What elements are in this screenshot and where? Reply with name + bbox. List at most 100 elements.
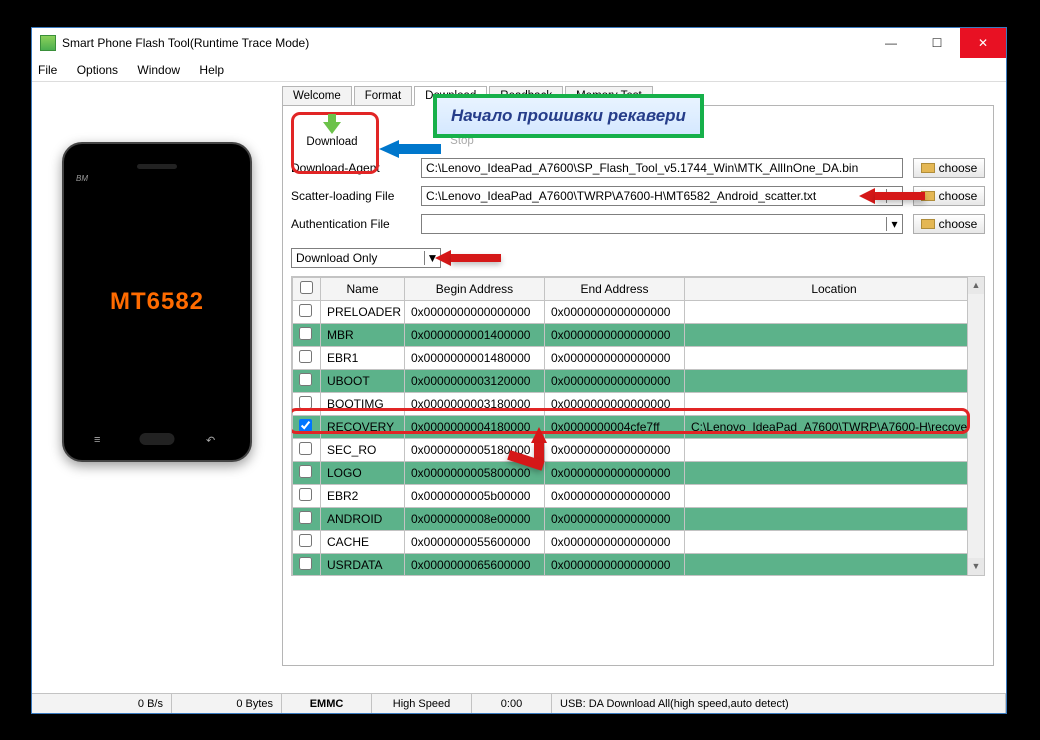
row-checkbox[interactable]	[299, 488, 312, 501]
cell-location	[685, 324, 984, 347]
cell-name: EBR2	[321, 485, 405, 508]
callout-text: Начало прошивки рекавери	[451, 106, 686, 125]
table-row[interactable]: RECOVERY0x00000000041800000x0000000004cf…	[293, 416, 984, 439]
header-begin: Begin Address	[405, 278, 545, 301]
row-checkbox[interactable]	[299, 350, 312, 363]
cell-end: 0x0000000000000000	[545, 370, 685, 393]
mode-select[interactable]: Download Only ▼	[291, 248, 441, 268]
da-field[interactable]: C:\Lenovo_IdeaPad_A7600\SP_Flash_Tool_v5…	[421, 158, 903, 178]
chevron-down-icon: ▼	[424, 251, 440, 265]
scatter-label: Scatter-loading File	[291, 189, 411, 203]
table-row[interactable]: EBR20x0000000005b000000x0000000000000000	[293, 485, 984, 508]
table-row[interactable]: MBR0x00000000014000000x0000000000000000	[293, 324, 984, 347]
phone-brand-label: BM	[76, 174, 88, 183]
cell-name: LOGO	[321, 462, 405, 485]
table-header-row: Name Begin Address End Address Location	[293, 278, 984, 301]
cell-location	[685, 439, 984, 462]
cell-end: 0x0000000000000000	[545, 393, 685, 416]
tab-format[interactable]: Format	[354, 86, 412, 105]
table-row[interactable]: CACHE0x00000000556000000x000000000000000…	[293, 531, 984, 554]
cell-name: BOOTIMG	[321, 393, 405, 416]
close-button[interactable]: ✕	[960, 28, 1006, 58]
table-row[interactable]: PRELOADER0x00000000000000000x00000000000…	[293, 301, 984, 324]
menu-options[interactable]: Options	[77, 63, 118, 77]
row-checkbox[interactable]	[299, 465, 312, 478]
cell-end: 0x0000000000000000	[545, 485, 685, 508]
menu-file[interactable]: File	[38, 63, 57, 77]
table-row[interactable]: USRDATA0x00000000656000000x0000000000000…	[293, 554, 984, 577]
status-time: 0:00	[472, 694, 552, 713]
auth-choose-button[interactable]: choose	[913, 214, 985, 234]
chevron-down-icon: ▾	[886, 217, 902, 231]
cell-location	[685, 554, 984, 577]
download-button[interactable]: Download	[297, 114, 367, 148]
row-checkbox[interactable]	[299, 534, 312, 547]
window-title: Smart Phone Flash Tool(Runtime Trace Mod…	[62, 36, 309, 50]
cell-location	[685, 508, 984, 531]
cell-begin: 0x0000000005b00000	[405, 485, 545, 508]
cell-begin: 0x0000000003120000	[405, 370, 545, 393]
table-row[interactable]: EBR10x00000000014800000x0000000000000000	[293, 347, 984, 370]
cell-end: 0x0000000004cfe7ff	[545, 416, 685, 439]
header-end: End Address	[545, 278, 685, 301]
partition-table-wrap: Name Begin Address End Address Location …	[291, 276, 985, 576]
cell-location	[685, 370, 984, 393]
phone-chipset-text: MT6582	[110, 288, 204, 316]
row-checkbox[interactable]	[299, 557, 312, 570]
scroll-down-icon[interactable]: ▼	[968, 558, 984, 575]
header-checkbox[interactable]	[293, 278, 321, 301]
cell-begin: 0x0000000008e00000	[405, 508, 545, 531]
app-icon	[40, 35, 56, 51]
table-row[interactable]: ANDROID0x0000000008e000000x0000000000000…	[293, 508, 984, 531]
table-row[interactable]: BOOTIMG0x00000000031800000x0000000000000…	[293, 393, 984, 416]
titlebar[interactable]: Smart Phone Flash Tool(Runtime Trace Mod…	[32, 28, 1006, 58]
folder-icon	[921, 163, 935, 173]
table-row[interactable]: SEC_RO0x00000000051800000x00000000000000…	[293, 439, 984, 462]
cell-location	[685, 462, 984, 485]
cell-end: 0x0000000000000000	[545, 301, 685, 324]
cell-name: MBR	[321, 324, 405, 347]
row-checkbox[interactable]	[299, 419, 312, 432]
header-location: Location	[685, 278, 984, 301]
da-choose-button[interactable]: choose	[913, 158, 985, 178]
row-checkbox[interactable]	[299, 442, 312, 455]
phone-home-button	[140, 433, 175, 445]
scatter-field[interactable]: C:\Lenovo_IdeaPad_A7600\TWRP\A7600-H\MT6…	[421, 186, 903, 206]
row-checkbox[interactable]	[299, 511, 312, 524]
minimize-button[interactable]: —	[868, 28, 914, 58]
cell-name: PRELOADER	[321, 301, 405, 324]
auth-label: Authentication File	[291, 217, 411, 231]
download-arrow-icon	[323, 122, 341, 134]
row-checkbox[interactable]	[299, 396, 312, 409]
status-storage: EMMC	[282, 694, 372, 713]
statusbar: 0 B/s 0 Bytes EMMC High Speed 0:00 USB: …	[32, 693, 1006, 713]
phone-screen: MT6582	[74, 194, 240, 410]
phone-menu-icon: ≡	[94, 434, 108, 444]
partition-table: Name Begin Address End Address Location …	[292, 277, 984, 576]
scatter-choose-button[interactable]: choose	[913, 186, 985, 206]
row-checkbox[interactable]	[299, 327, 312, 340]
maximize-button[interactable]: ☐	[914, 28, 960, 58]
table-row[interactable]: LOGO0x00000000058000000x0000000000000000	[293, 462, 984, 485]
da-label: Download-Agent	[291, 161, 411, 175]
tab-welcome[interactable]: Welcome	[282, 86, 352, 105]
table-scrollbar[interactable]: ▲ ▼	[967, 277, 984, 575]
scroll-up-icon[interactable]: ▲	[968, 277, 984, 294]
download-panel: Начало прошивки рекавери Download Stop	[282, 106, 994, 666]
cell-name: USRDATA	[321, 554, 405, 577]
phone-mock: BM MT6582 ≡ ↶	[62, 142, 252, 462]
cell-end: 0x0000000000000000	[545, 347, 685, 370]
cell-end: 0x0000000000000000	[545, 531, 685, 554]
cell-end: 0x0000000000000000	[545, 324, 685, 347]
auth-field[interactable]: ▾	[421, 214, 903, 234]
menu-help[interactable]: Help	[199, 63, 224, 77]
table-row[interactable]: UBOOT0x00000000031200000x000000000000000…	[293, 370, 984, 393]
row-checkbox[interactable]	[299, 304, 312, 317]
cell-begin: 0x0000000003180000	[405, 393, 545, 416]
status-rate: 0 B/s	[32, 694, 172, 713]
cell-location	[685, 531, 984, 554]
menu-window[interactable]: Window	[137, 63, 180, 77]
status-speed: High Speed	[372, 694, 472, 713]
cell-name: RECOVERY	[321, 416, 405, 439]
row-checkbox[interactable]	[299, 373, 312, 386]
